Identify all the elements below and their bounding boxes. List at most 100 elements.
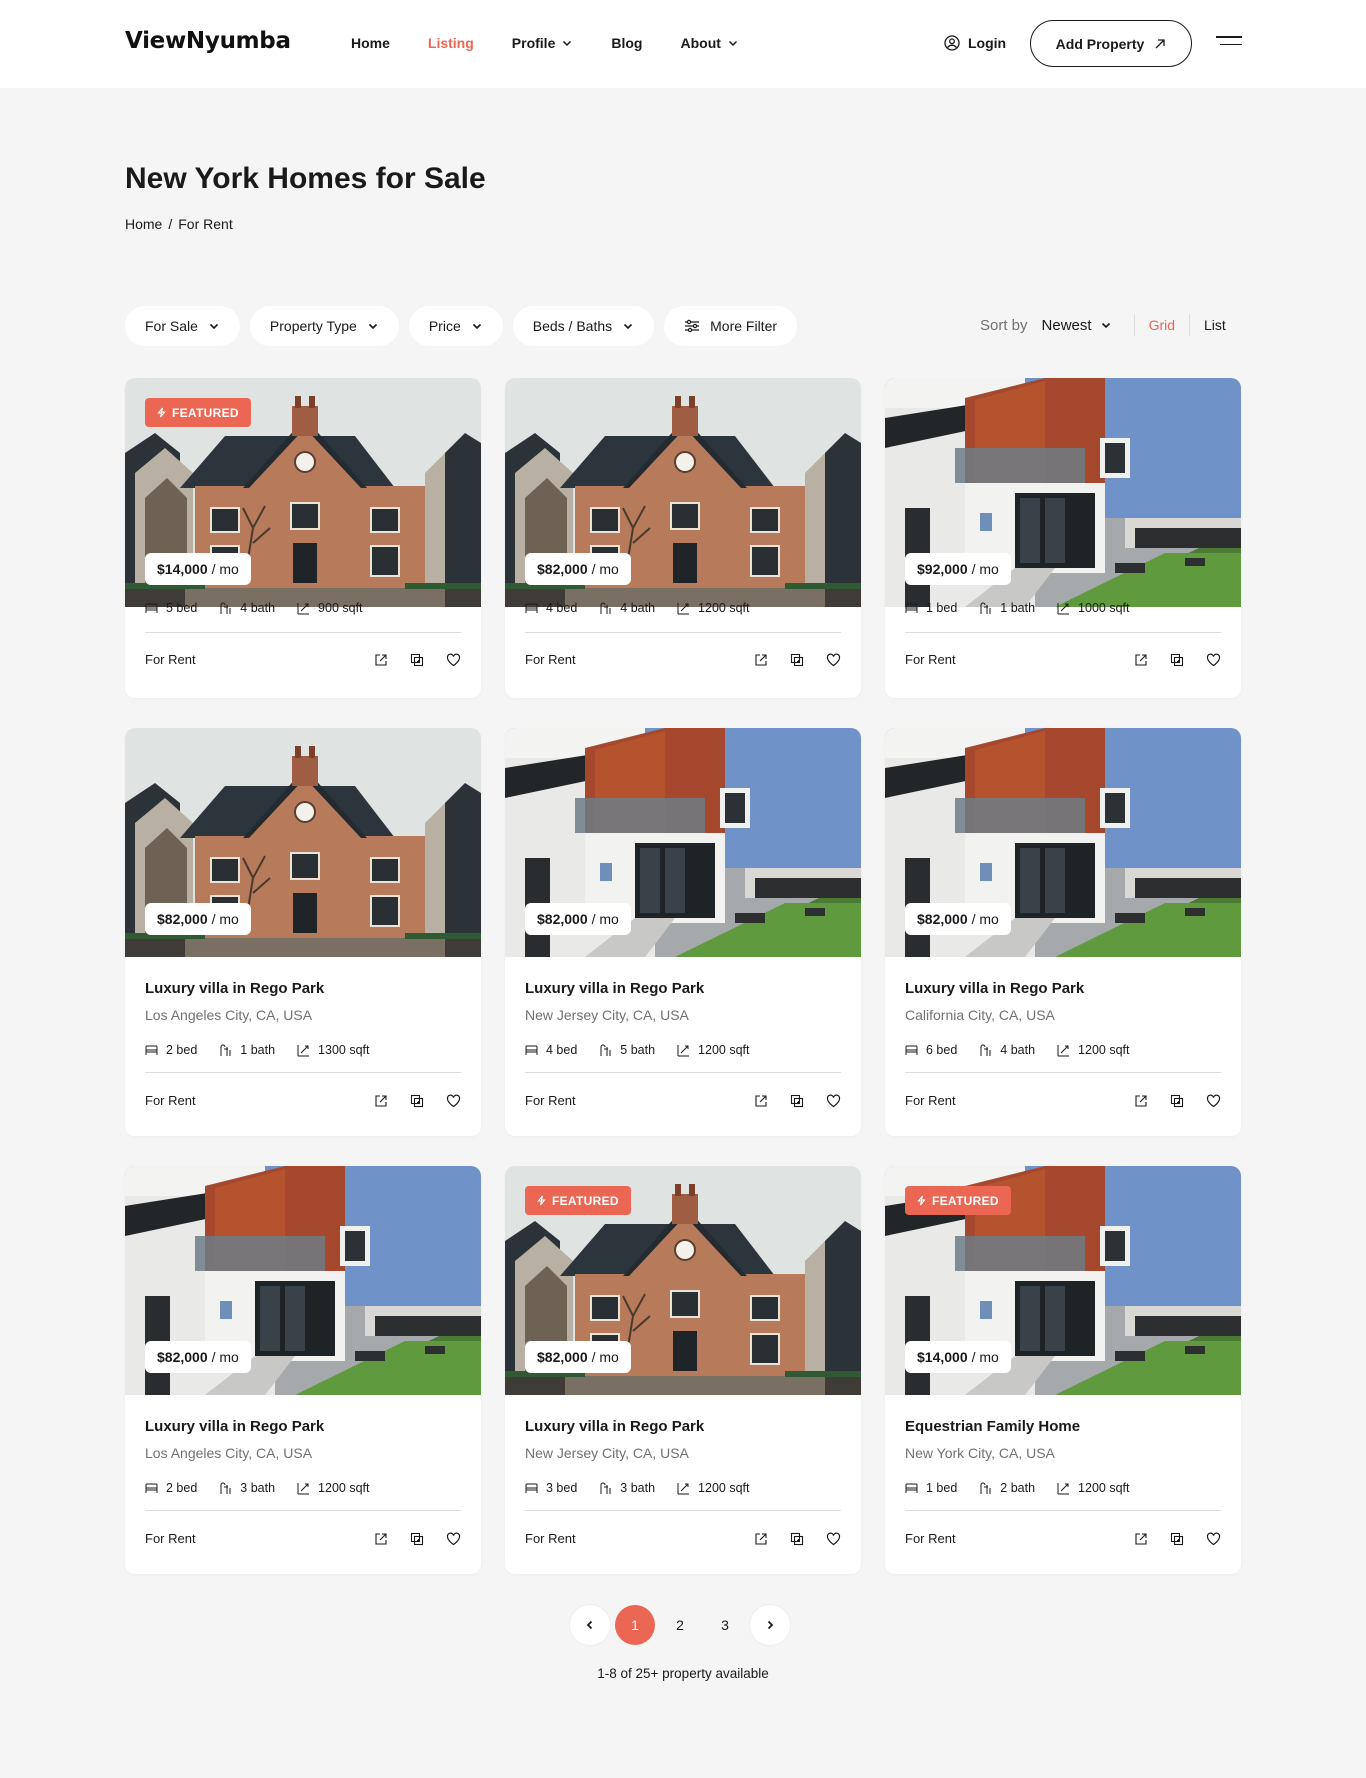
nav-item-about[interactable]: About — [680, 35, 738, 51]
divider — [905, 1510, 1221, 1511]
property-specs: 2 bed 1 bath 1300 sqft — [145, 1043, 461, 1057]
spec-beds: 3 bed — [525, 1481, 577, 1495]
filter-listing-status[interactable]: For Sale — [125, 306, 240, 346]
card-footer: For Rent — [905, 1531, 1221, 1546]
compare-icon[interactable] — [790, 1094, 804, 1108]
add-property-button[interactable]: Add Property — [1030, 20, 1192, 67]
arrow-up-right-icon — [1155, 38, 1165, 48]
breadcrumb-home[interactable]: Home — [125, 216, 162, 232]
compare-icon[interactable] — [790, 1532, 804, 1546]
page-button-2[interactable]: 2 — [660, 1605, 700, 1645]
listing-status: For Rent — [145, 652, 196, 667]
chevron-right-icon — [767, 1620, 774, 1630]
open-external-icon[interactable] — [754, 653, 768, 667]
login-link[interactable]: Login — [944, 35, 1006, 51]
compare-icon[interactable] — [1170, 1094, 1184, 1108]
compare-icon[interactable] — [1170, 653, 1184, 667]
nav-item-blog[interactable]: Blog — [611, 35, 642, 51]
filter-beds-baths[interactable]: Beds / Baths — [512, 306, 655, 346]
favorite-heart-icon[interactable] — [446, 1532, 461, 1546]
favorite-heart-icon[interactable] — [1206, 653, 1221, 667]
open-external-icon[interactable] — [1134, 1532, 1148, 1546]
property-specs: 5 bed 4 bath 900 sqft — [145, 601, 461, 615]
open-external-icon[interactable] — [374, 1094, 388, 1108]
listing-status: For Rent — [145, 1093, 196, 1108]
breadcrumb-separator: / — [168, 216, 173, 232]
compare-icon[interactable] — [790, 653, 804, 667]
sort-select[interactable]: Newest — [1042, 317, 1112, 334]
price-value: $92,000 — [917, 561, 968, 577]
bed-icon — [525, 1483, 538, 1493]
prev-page-button[interactable] — [570, 1605, 610, 1645]
price-tag: $82,000/ mo — [145, 903, 251, 935]
view-list-toggle[interactable]: List — [1204, 317, 1226, 333]
compare-icon[interactable] — [410, 1094, 424, 1108]
filter-label: Property Type — [269, 318, 357, 334]
filter-price[interactable]: Price — [408, 306, 503, 346]
property-card[interactable]: $92,000/ mo 1 bed 1 bath 1000 sqft For R… — [885, 378, 1241, 698]
property-card[interactable]: $82,000/ mo Luxury villa in Rego Park Lo… — [125, 1166, 481, 1574]
property-card[interactable]: FEATURED $82,000/ mo Luxury villa in Rego… — [505, 1166, 861, 1574]
property-card[interactable]: $82,000/ mo Luxury villa in Rego Park Ne… — [505, 728, 861, 1136]
favorite-heart-icon[interactable] — [446, 653, 461, 667]
bath-icon — [980, 602, 991, 614]
favorite-heart-icon[interactable] — [1206, 1094, 1221, 1108]
bolt-icon — [537, 1195, 546, 1206]
listing-status: For Rent — [145, 1531, 196, 1546]
page-button-3[interactable]: 3 — [705, 1605, 745, 1645]
card-info: Equestrian Family Home New York City, CA… — [905, 1418, 1221, 1461]
divider — [525, 1072, 841, 1073]
open-external-icon[interactable] — [1134, 1094, 1148, 1108]
favorite-heart-icon[interactable] — [446, 1094, 461, 1108]
beds-value: 4 bed — [546, 1043, 578, 1057]
property-card[interactable]: $82,000/ mo Luxury villa in Rego Park Ca… — [885, 728, 1241, 1136]
filter-property-type[interactable]: Property Type — [249, 306, 399, 346]
compare-icon[interactable] — [410, 1532, 424, 1546]
property-specs: 4 bed 4 bath 1200 sqft — [525, 601, 841, 615]
property-title[interactable]: Luxury villa in Rego Park — [525, 1418, 841, 1435]
nav-item-home[interactable]: Home — [351, 35, 390, 51]
nav-item-label: Listing — [427, 35, 474, 51]
open-external-icon[interactable] — [754, 1094, 768, 1108]
page-button-1[interactable]: 1 — [615, 1605, 655, 1645]
property-title[interactable]: Equestrian Family Home — [905, 1418, 1221, 1435]
featured-badge: FEATURED — [145, 398, 251, 427]
property-card[interactable]: $82,000/ mo 4 bed 4 bath 1200 sqft For R… — [505, 378, 861, 698]
property-card[interactable]: FEATURED $14,000/ mo 5 bed 4 bath 900 sqf… — [125, 378, 481, 698]
property-specs: 1 bed 2 bath 1200 sqft — [905, 1481, 1221, 1495]
filter-label: Beds / Baths — [532, 318, 613, 334]
spec-beds: 2 bed — [145, 1043, 197, 1057]
more-filter-button[interactable]: More Filter — [664, 306, 798, 346]
property-card[interactable]: FEATURED $14,000/ mo Equestrian Family Ho… — [885, 1166, 1241, 1574]
property-title[interactable]: Luxury villa in Rego Park — [525, 980, 841, 997]
compare-icon[interactable] — [1170, 1532, 1184, 1546]
spec-beds: 1 bed — [905, 601, 957, 615]
open-external-icon[interactable] — [1134, 653, 1148, 667]
spec-baths: 5 bath — [599, 1043, 655, 1057]
compare-icon[interactable] — [410, 653, 424, 667]
favorite-heart-icon[interactable] — [1206, 1532, 1221, 1546]
menu-icon[interactable] — [1216, 36, 1242, 52]
open-external-icon[interactable] — [754, 1532, 768, 1546]
favorite-heart-icon[interactable] — [826, 1532, 841, 1546]
property-title[interactable]: Luxury villa in Rego Park — [905, 980, 1221, 997]
spec-area: 1300 sqft — [297, 1043, 369, 1057]
nav-item-profile[interactable]: Profile — [512, 35, 574, 51]
card-actions — [732, 1094, 841, 1108]
nav-item-listing[interactable]: Listing — [428, 35, 474, 51]
bath-icon — [980, 1482, 991, 1494]
favorite-heart-icon[interactable] — [826, 1094, 841, 1108]
favorite-heart-icon[interactable] — [826, 653, 841, 667]
property-title[interactable]: Luxury villa in Rego Park — [145, 980, 461, 997]
open-external-icon[interactable] — [374, 1532, 388, 1546]
price-tag: $14,000/ mo — [145, 553, 251, 585]
price-value: $82,000 — [537, 561, 588, 577]
property-card[interactable]: $82,000/ mo Luxury villa in Rego Park Lo… — [125, 728, 481, 1136]
view-grid-toggle[interactable]: Grid — [1149, 317, 1175, 333]
open-external-icon[interactable] — [374, 653, 388, 667]
area-icon — [677, 1044, 690, 1056]
site-logo[interactable]: ViewNyumba — [125, 28, 291, 54]
property-title[interactable]: Luxury villa in Rego Park — [145, 1418, 461, 1435]
bath-icon — [600, 602, 611, 614]
next-page-button[interactable] — [750, 1605, 790, 1645]
